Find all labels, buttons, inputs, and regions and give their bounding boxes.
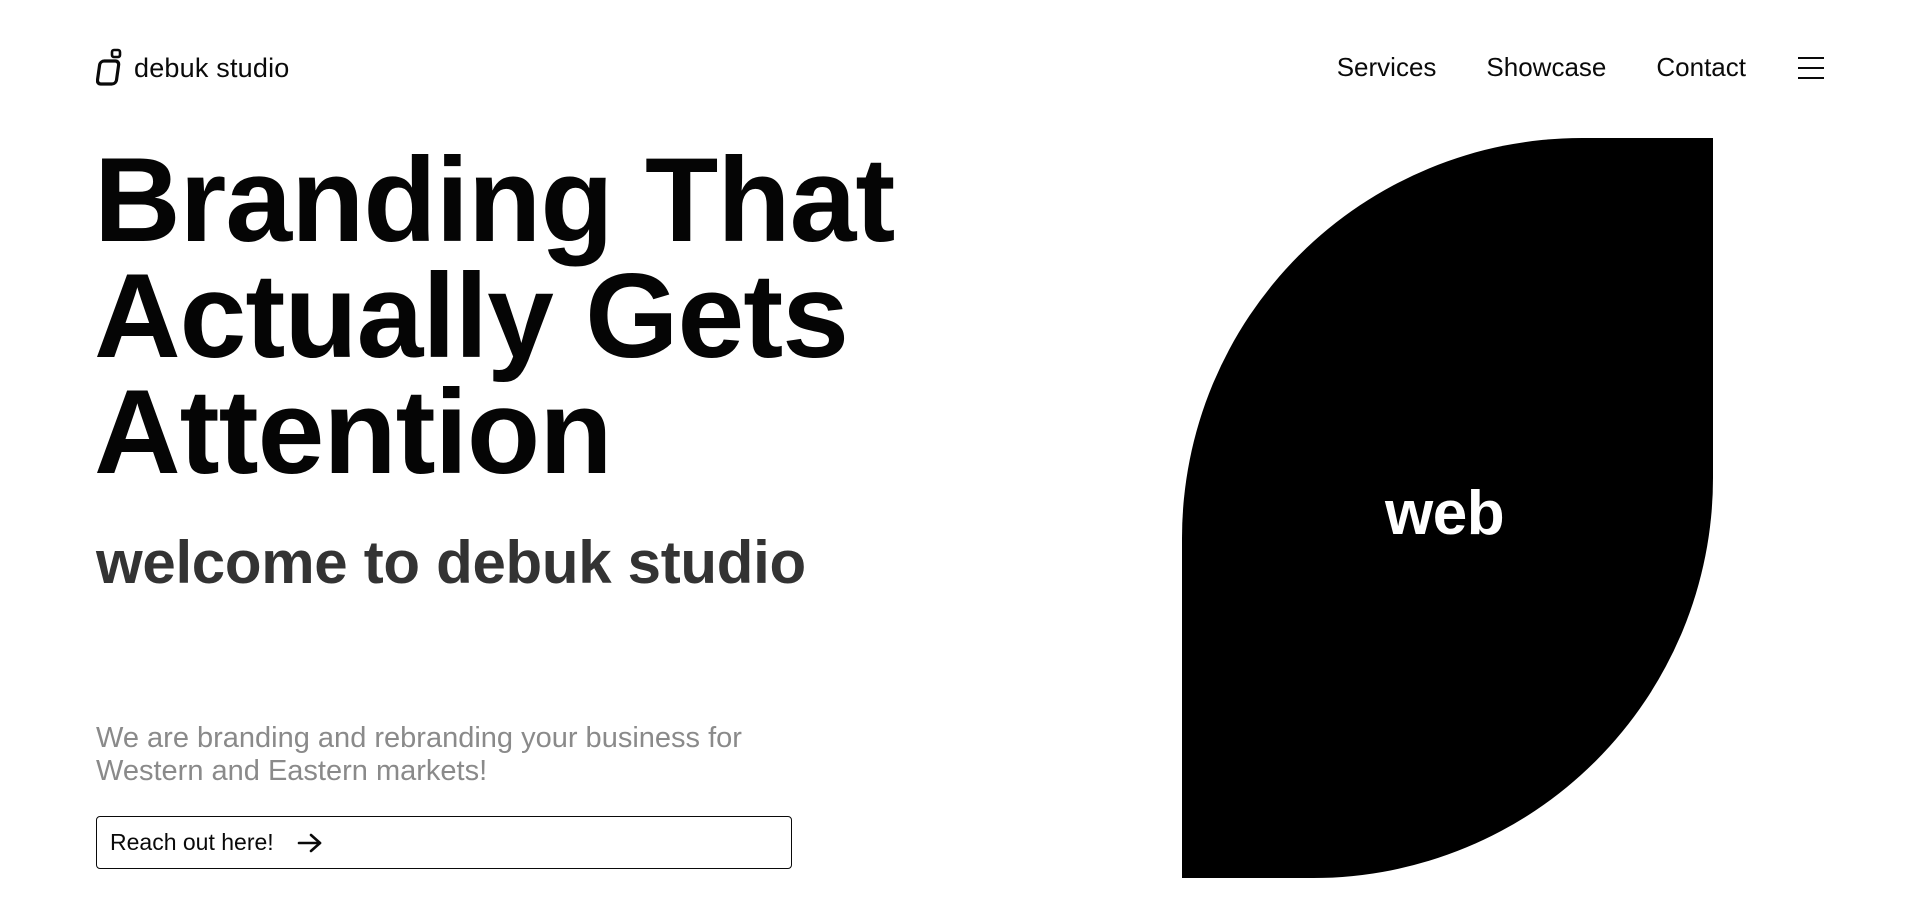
headline-line-1: Branding That (94, 133, 895, 267)
main-nav: Services Showcase Contact (1337, 52, 1824, 83)
page: debuk studio Services Showcase Contact B… (0, 0, 1920, 913)
hero-subheadline: welcome to debuk studio (96, 529, 806, 596)
reach-out-label: Reach out here! (110, 829, 274, 855)
hamburger-menu-icon[interactable] (1798, 56, 1824, 79)
headline-line-3: Attention (94, 365, 613, 499)
headline-line-2: Actually Gets (94, 249, 849, 383)
logo-text: debuk studio (134, 52, 290, 83)
debuk-logo-mark-icon (96, 48, 122, 86)
arrow-right-icon (297, 833, 321, 852)
menu-bar-middle (1798, 66, 1824, 69)
reach-out-button[interactable]: Reach out here! (96, 816, 792, 869)
leaf-label-web: web (1385, 479, 1505, 548)
hero-tagline: We are branding and rebranding your busi… (96, 722, 816, 788)
logo-link[interactable]: debuk studio (96, 48, 290, 88)
hero-headline: Branding That Actually Gets Attention (94, 133, 895, 499)
tagline-line-2: Western and Eastern markets! (96, 755, 488, 787)
nav-link-services[interactable]: Services (1337, 52, 1437, 83)
nav-link-contact[interactable]: Contact (1656, 52, 1746, 83)
menu-bar-bottom (1798, 76, 1824, 79)
nav-link-showcase[interactable]: Showcase (1486, 52, 1606, 83)
tagline-line-1: We are branding and rebranding your busi… (96, 722, 742, 754)
menu-bar-top (1798, 56, 1824, 59)
